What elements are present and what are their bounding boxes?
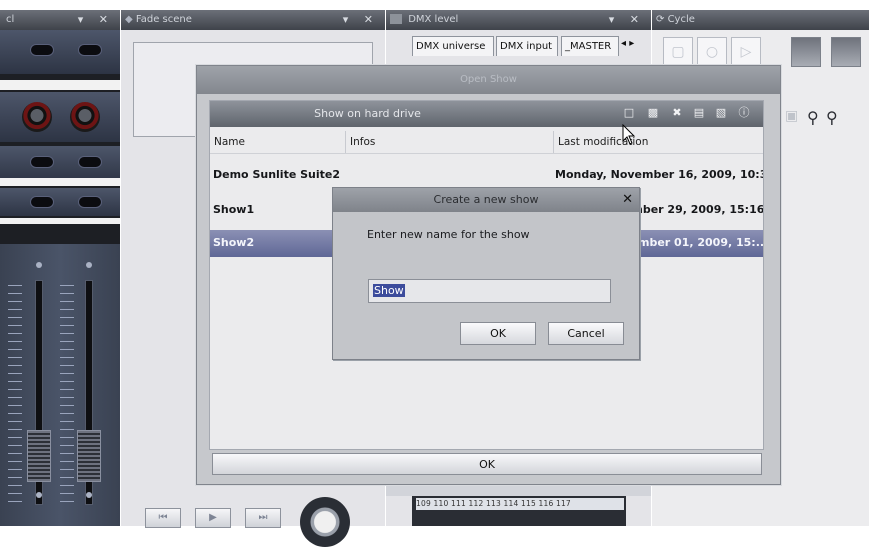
column-header-last-modification[interactable]: Last modification <box>554 131 765 153</box>
show-list-toolbar: Show on hard drive □ ▩ ✖ ▤ ▧ ⓘ <box>210 101 763 127</box>
column-header-infos[interactable]: Infos <box>346 131 554 153</box>
fader-dot <box>36 492 42 498</box>
cycle-icon: ⟳ <box>656 14 665 25</box>
zoom-out-icon[interactable]: ⚲ <box>826 108 838 127</box>
mouse-cursor-icon <box>622 124 636 145</box>
show-name-input[interactable]: Show <box>368 279 611 303</box>
zoom-in-icon[interactable]: ⚲ <box>807 108 819 127</box>
close-icon[interactable]: ✕ <box>622 188 633 212</box>
mixer-knob[interactable] <box>22 102 52 132</box>
mixer-panel <box>0 30 120 526</box>
folder-icon[interactable]: ▧ <box>714 106 728 120</box>
dmx-level-controls[interactable]: ▾ ✕ <box>609 10 645 30</box>
left-panel-titlebar: cl ▾ ✕ <box>0 10 120 30</box>
row-modified: nber 29, 2009, 15:16 <box>635 203 763 216</box>
info-icon[interactable]: ⓘ <box>737 106 751 120</box>
show-name-value: Show <box>373 284 405 297</box>
mixer-label-strip <box>0 178 120 186</box>
mixer-label-strip <box>0 218 120 224</box>
dmx-level-icon <box>390 14 402 24</box>
mixer-label-strip <box>0 80 120 90</box>
open-show-title: Open Show <box>197 66 780 94</box>
dmx-level-title: DMX level <box>408 14 459 25</box>
play-button[interactable]: ▶ <box>195 508 231 528</box>
stop-icon[interactable]: ▢ <box>663 37 693 67</box>
create-new-show-title: Create a new show ✕ <box>333 188 639 212</box>
mixer-button[interactable] <box>78 44 102 56</box>
show-list-title: Show on hard drive <box>314 107 421 120</box>
mixer-button[interactable] <box>78 196 102 208</box>
fader-scale <box>8 285 22 505</box>
fade-in-icon[interactable] <box>791 37 821 67</box>
create-new-show-title-text: Create a new show <box>433 193 539 206</box>
fader-dot <box>86 492 92 498</box>
ok-button[interactable]: OK <box>460 322 536 345</box>
row-name: Show1 <box>213 203 255 216</box>
tab-dmx-input[interactable]: DMX input <box>496 36 558 56</box>
row-modified: mber 01, 2009, 15:... <box>638 236 763 249</box>
mixer-strip-mid <box>0 188 120 216</box>
tab-master[interactable]: _MASTER <box>561 36 619 56</box>
row-name: Demo Sunlite Suite2 <box>213 168 341 181</box>
mixer-button[interactable] <box>78 156 102 168</box>
play-step-icon[interactable]: ▷ <box>731 37 761 67</box>
cycle-titlebar: ⟳ Cycle <box>652 10 869 30</box>
speed-knob[interactable] <box>300 497 350 547</box>
table-row[interactable]: Demo Sunlite Suite2 Monday, November 16,… <box>210 162 763 188</box>
mixer-strip-mid <box>0 146 120 182</box>
fader-scale <box>60 285 74 505</box>
record-icon[interactable]: ○ <box>697 37 727 67</box>
cycle-save-icon[interactable]: ▣ <box>785 108 798 124</box>
save-icon[interactable]: ▤ <box>692 106 706 120</box>
fader-handle[interactable] <box>77 430 101 482</box>
fader-dot <box>86 262 92 268</box>
dmx-horizontal-scrollbar[interactable] <box>386 484 651 496</box>
row-modified: Monday, November 16, 2009, 10:36 <box>555 168 763 181</box>
fade-scene-titlebar: ◆ Fade scene ▾ ✕ <box>121 10 385 30</box>
fade-scene-icon: ◆ <box>125 14 133 25</box>
open-show-ok-button[interactable]: OK <box>212 453 762 475</box>
header-divider <box>210 153 763 154</box>
dmx-channel-strip: 109 110 111 112 113 114 115 116 117 <box>412 496 626 526</box>
new-show-prompt: Enter new name for the show <box>367 228 530 241</box>
tab-scroll-arrows[interactable]: ◂ ▸ <box>621 38 634 49</box>
fade-scene-title: Fade scene <box>135 14 192 25</box>
column-header-name[interactable]: Name <box>210 131 346 153</box>
mixer-knob[interactable] <box>70 102 100 132</box>
delete-icon[interactable]: ✖ <box>670 106 684 120</box>
fade-scene-controls[interactable]: ▾ ✕ <box>343 10 379 30</box>
dmx-channel-numbers: 109 110 111 112 113 114 115 116 117 <box>416 498 624 510</box>
previous-button[interactable]: ⏮ <box>145 508 181 528</box>
cycle-title: Cycle <box>667 14 695 25</box>
tab-dmx-universe[interactable]: DMX universe <box>412 36 494 56</box>
mixer-button[interactable] <box>30 44 54 56</box>
image-icon[interactable]: ▩ <box>646 106 660 120</box>
mixer-button[interactable] <box>30 156 54 168</box>
fader-dot <box>36 262 42 268</box>
dmx-level-titlebar: DMX level ▾ ✕ <box>386 10 651 30</box>
row-name: Show2 <box>213 236 255 249</box>
mixer-button[interactable] <box>30 196 54 208</box>
fader-handle[interactable] <box>27 430 51 482</box>
fade-out-icon[interactable] <box>831 37 861 67</box>
next-button[interactable]: ⏭ <box>245 508 281 528</box>
mixer-strip-top <box>0 30 120 74</box>
mixer-knob-strip <box>0 92 120 142</box>
left-panel-title-fragment: cl <box>6 14 15 25</box>
cancel-button[interactable]: Cancel <box>548 322 624 345</box>
new-file-icon[interactable]: □ <box>622 106 636 120</box>
create-new-show-dialog: Create a new show ✕ Enter new name for t… <box>332 187 640 360</box>
left-panel-controls[interactable]: ▾ ✕ <box>78 10 114 30</box>
